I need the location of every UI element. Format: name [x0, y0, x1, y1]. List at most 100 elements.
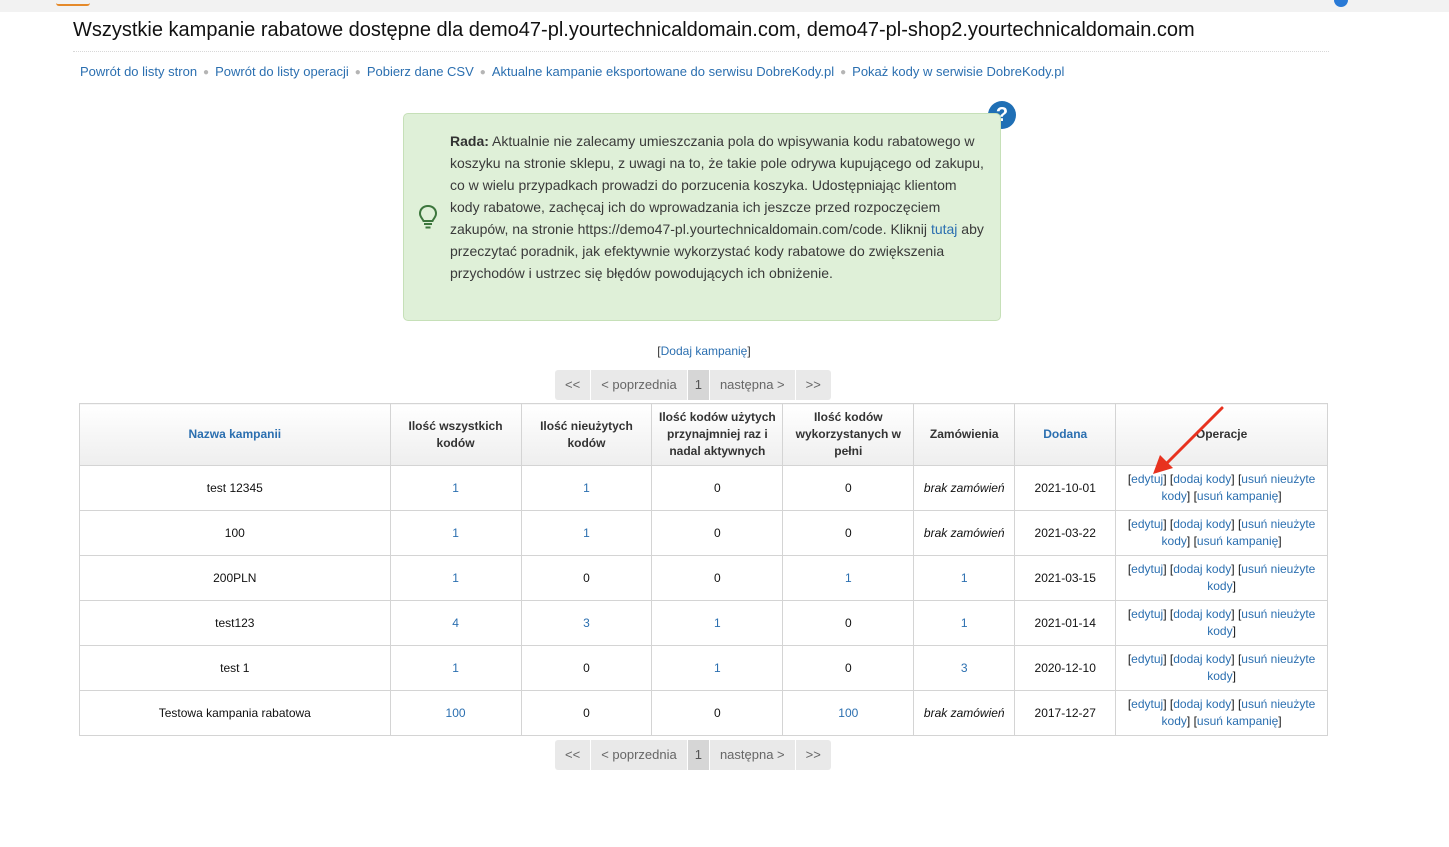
first-page-button[interactable]: <<: [555, 740, 592, 770]
nav-separator: ●: [203, 67, 210, 78]
delete-campaign-link-wrap: [usuń kampanię]: [1193, 534, 1282, 548]
cell-used-active-codes: 0: [651, 510, 784, 556]
cell-orders: 1: [913, 600, 1016, 646]
info-icon[interactable]: [1334, 0, 1348, 7]
tutorial-link[interactable]: tutaj: [931, 221, 957, 237]
cell-orders-link[interactable]: 1: [961, 616, 968, 630]
edit-link-wrap: [edytuj]: [1127, 517, 1167, 531]
table-row: 100 1 1 0 0 brak zamówień 2021-03-22 [edytuj] […: [79, 510, 1328, 556]
cell-all-codes-link[interactable]: 1: [452, 526, 459, 540]
cell-all-codes: 1: [389, 465, 522, 511]
add-campaign: [Dodaj kampanię]: [0, 344, 1408, 358]
current-page: 1: [687, 740, 710, 770]
add-codes-link[interactable]: dodaj kody: [1173, 562, 1231, 576]
cell-orders-link[interactable]: 3: [961, 661, 968, 675]
edit-link[interactable]: edytuj: [1131, 697, 1163, 711]
prev-page-button[interactable]: < poprzednia: [591, 370, 688, 400]
cell-unused-codes-link[interactable]: 1: [583, 526, 590, 540]
add-codes-link-wrap: [dodaj kody]: [1169, 697, 1235, 711]
delete-campaign-link[interactable]: usuń kampanię: [1197, 489, 1278, 503]
top-bar: [0, 0, 1449, 12]
bracket-close: ]: [747, 344, 751, 358]
cell-added: 2021-01-14: [1014, 600, 1117, 646]
cell-added: 2021-03-22: [1014, 510, 1117, 556]
cell-used-full-codes: 0: [782, 600, 915, 646]
cell-campaign-name: 100: [79, 510, 391, 556]
edit-link-wrap: [edytuj]: [1127, 562, 1167, 576]
tip-text-before: Aktualnie nie zalecamy umieszczania pola…: [450, 133, 984, 237]
current-page: 1: [687, 370, 710, 400]
cell-used-active-codes-link[interactable]: 1: [714, 616, 721, 630]
cell-added: 2021-10-01: [1014, 465, 1117, 511]
add-codes-link-wrap: [dodaj kody]: [1169, 652, 1235, 666]
col-all-codes: Ilość wszystkich kodów: [389, 403, 522, 466]
cell-added: 2021-03-15: [1014, 555, 1117, 601]
cell-operations: [edytuj] [dodaj kody] [usuń nieużyte kod…: [1115, 690, 1328, 736]
cell-used-active-codes: 0: [651, 690, 784, 736]
delete-campaign-link[interactable]: usuń kampanię: [1197, 534, 1278, 548]
col-campaign-name[interactable]: Nazwa kampanii: [79, 403, 391, 466]
red-arrow-annotation: [1153, 406, 1224, 474]
cell-campaign-name: test 12345: [79, 465, 391, 511]
cell-used-full-codes-link[interactable]: 100: [838, 706, 858, 720]
next-page-button[interactable]: następna >: [710, 370, 796, 400]
cell-used-full-codes: 0: [782, 645, 915, 691]
back-to-operations-link[interactable]: Powrót do listy operacji: [215, 64, 349, 79]
add-codes-link[interactable]: dodaj kody: [1173, 697, 1231, 711]
cell-all-codes-link[interactable]: 1: [452, 661, 459, 675]
nav-separator: ●: [354, 67, 361, 78]
breadcrumb-nav: Powrót do listy stron ● Powrót do listy op…: [80, 64, 1064, 79]
exported-campaigns-link[interactable]: Aktualne kampanie eksportowane do serwis…: [492, 64, 834, 79]
add-codes-link[interactable]: dodaj kody: [1173, 517, 1231, 531]
cell-unused-codes: 0: [520, 645, 653, 691]
download-csv-link[interactable]: Pobierz dane CSV: [367, 64, 474, 79]
nav-separator: ●: [479, 67, 486, 78]
add-campaign-link[interactable]: Dodaj kampanię: [661, 344, 748, 358]
show-codes-link[interactable]: Pokaż kody w serwisie DobreKody.pl: [852, 64, 1064, 79]
cell-used-full-codes: 0: [782, 465, 915, 511]
table-row: Testowa kampania rabatowa 100 0 0 100 brak za…: [79, 690, 1328, 736]
cell-all-codes-link[interactable]: 100: [446, 706, 466, 720]
edit-link-wrap: [edytuj]: [1127, 652, 1167, 666]
cell-all-codes: 1: [389, 645, 522, 691]
cell-all-codes: 100: [389, 690, 522, 736]
cell-unused-codes: 3: [520, 600, 653, 646]
last-page-button[interactable]: >>: [796, 740, 831, 770]
cell-unused-codes-link[interactable]: 3: [583, 616, 590, 630]
cell-operations: [edytuj] [dodaj kody] [usuń nieużyte kod…: [1115, 645, 1328, 691]
delete-campaign-link[interactable]: usuń kampanię: [1197, 714, 1278, 728]
tip-box: Rada: Aktualnie nie zalecamy umieszczani…: [403, 113, 1001, 321]
cell-unused-codes: 0: [520, 555, 653, 601]
edit-link[interactable]: edytuj: [1131, 652, 1163, 666]
cell-operations: [edytuj] [dodaj kody] [usuń nieużyte kod…: [1115, 600, 1328, 646]
add-codes-link[interactable]: dodaj kody: [1173, 607, 1231, 621]
edit-link-wrap: [edytuj]: [1127, 697, 1167, 711]
table-row: 200PLN 1 0 0 1 1 2021-03-15 [edytuj] [dodaj kod…: [79, 555, 1328, 601]
col-added[interactable]: Dodana: [1014, 403, 1117, 466]
back-to-sites-link[interactable]: Powrót do listy stron: [80, 64, 197, 79]
cell-orders-link[interactable]: 1: [961, 571, 968, 585]
cell-operations: [edytuj] [dodaj kody] [usuń nieużyte kod…: [1115, 510, 1328, 556]
first-page-button[interactable]: <<: [555, 370, 592, 400]
add-codes-link[interactable]: dodaj kody: [1173, 652, 1231, 666]
edit-link[interactable]: edytuj: [1131, 607, 1163, 621]
next-page-button[interactable]: następna >: [710, 740, 796, 770]
prev-page-button[interactable]: < poprzednia: [591, 740, 688, 770]
edit-link[interactable]: edytuj: [1131, 562, 1163, 576]
edit-link[interactable]: edytuj: [1131, 517, 1163, 531]
cell-all-codes-link[interactable]: 1: [452, 481, 459, 495]
cell-used-full-codes: 100: [782, 690, 915, 736]
table-row: test123 4 3 1 0 1 2021-01-14 [edytuj] [dodaj ko…: [79, 600, 1328, 646]
cell-all-codes-link[interactable]: 4: [452, 616, 459, 630]
table-row: test 1 1 0 1 0 3 2020-12-10 [edytuj] [dodaj kod…: [79, 645, 1328, 691]
cell-unused-codes-link[interactable]: 1: [583, 481, 590, 495]
logo: [56, 0, 90, 6]
last-page-button[interactable]: >>: [796, 370, 831, 400]
cell-all-codes-link[interactable]: 1: [452, 571, 459, 585]
add-codes-link-wrap: [dodaj kody]: [1169, 517, 1235, 531]
cell-used-active-codes-link[interactable]: 1: [714, 661, 721, 675]
cell-campaign-name: test123: [79, 600, 391, 646]
cell-campaign-name: Testowa kampania rabatowa: [79, 690, 391, 736]
campaigns-table: Nazwa kampanii Ilość wszystkich kodów Il…: [79, 403, 1328, 736]
cell-used-full-codes-link[interactable]: 1: [845, 571, 852, 585]
